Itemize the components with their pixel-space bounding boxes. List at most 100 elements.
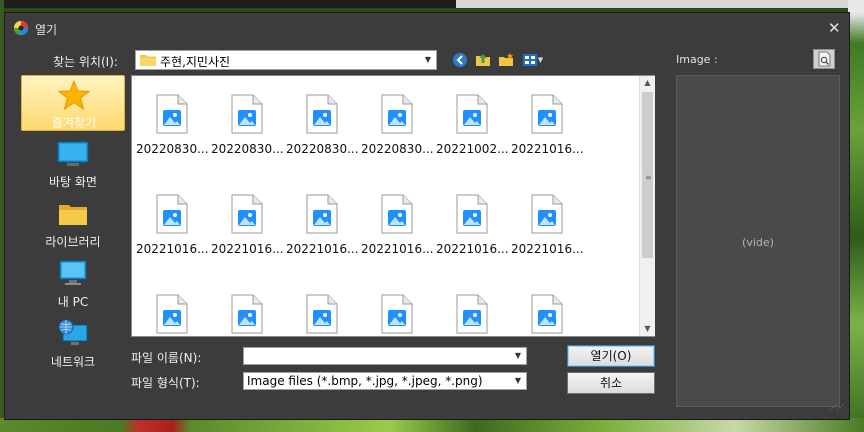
file-item[interactable]: 20221016... [436,186,509,266]
filename-label: 파일 이름(N): [131,351,202,365]
view-grid-icon [522,54,537,66]
chevron-down-icon[interactable]: ▼ [515,351,521,360]
file-name: 20221016... [361,242,434,256]
open-file-dialog: 열기 ✕ 찾는 위치(I): 주현,지민사진 ▼ ▼ 즐겨찾기 바탕 화면 라이… [4,12,850,420]
close-icon[interactable]: ✕ [828,19,841,37]
preview-pane: (vide) [676,75,840,407]
image-file-icon [231,94,263,134]
title-bar[interactable]: 열기 ✕ [5,13,849,43]
image-file-icon [381,94,413,134]
place-network[interactable]: 네트워크 [21,315,125,371]
computer-icon [59,260,87,285]
preview-toggle-button[interactable] [813,49,835,69]
back-arrow-icon [453,53,467,67]
chevron-down-icon: ▼ [537,56,544,64]
image-file-icon [531,294,563,334]
preview-empty-text: (vide) [742,236,774,249]
filetype-dropdown[interactable]: Image files (*.bmp, *.jpg, *.jpeg, *.png… [243,372,527,390]
place-label: 내 PC [57,295,89,309]
new-folder-icon [499,53,513,66]
new-folder-button[interactable] [497,51,515,69]
filename-input[interactable]: ▼ [243,347,527,365]
file-item[interactable]: 20221016... [136,286,208,336]
place-label: 즐겨찾기 [51,116,97,130]
file-name: 20221016... [511,242,584,256]
grip-icon: ≡ [645,173,652,182]
window-title: 열기 [35,23,58,37]
open-button[interactable]: 열기(O) [567,345,655,367]
file-item[interactable]: 20221016... [361,286,433,336]
image-file-icon [306,194,338,234]
image-file-icon [306,94,338,134]
file-name: 20220830... [361,142,434,156]
filetype-value: Image files (*.bmp, *.jpg, *.jpeg, *.png… [247,374,483,388]
file-item[interactable]: 20221016... [361,186,434,266]
place-label: 라이브러리 [45,235,101,249]
image-file-icon [381,294,413,334]
vertical-scrollbar[interactable]: ▲ ≡ ▼ [639,76,655,336]
desktop-icon [57,141,89,166]
image-file-icon [156,294,188,334]
file-item[interactable]: 20220830... [136,86,209,166]
filetype-label: 파일 형식(T): [131,376,200,390]
file-item[interactable]: 20221016... [136,186,209,266]
star-icon [58,80,90,110]
file-item[interactable]: 20221002... [436,86,509,166]
file-item[interactable]: 20221016... [511,86,584,166]
app-icon [14,21,28,35]
file-item[interactable]: 20221016... [286,186,359,266]
file-name: 20220830... [286,142,359,156]
folder-icon [140,55,156,66]
file-name: 20221002... [436,142,509,156]
file-item[interactable]: 20220830... [286,86,359,166]
image-file-icon [456,94,488,134]
place-desktop[interactable]: 바탕 화면 [21,135,125,191]
cancel-button[interactable]: 취소 [567,372,655,394]
file-name: 20221016... [286,242,359,256]
chevron-down-icon: ▼ [424,55,431,64]
image-file-icon [456,294,488,334]
look-in-label: 찾는 위치(I): [53,55,118,69]
chevron-down-icon: ▼ [514,376,521,385]
file-list[interactable]: 20220830... 20220830... 20220830... 2022083… [131,75,655,337]
view-menu-button[interactable]: ▼ [520,51,546,69]
scroll-down-icon[interactable]: ▼ [640,322,655,336]
image-file-icon [231,294,263,334]
image-file-icon [156,194,188,234]
file-name: 20221016... [436,242,509,256]
preview-icon [818,51,831,67]
place-favorites[interactable]: 즐겨찾기 [21,75,125,131]
background-foliage [848,0,864,432]
place-this-pc[interactable]: 내 PC [21,255,125,311]
library-folder-icon [59,205,87,225]
back-button[interactable] [451,51,469,69]
file-name: 20221016... [211,242,284,256]
place-label: 네트워크 [50,355,96,369]
look-in-dropdown[interactable]: 주현,지민사진 ▼ [135,50,437,70]
place-label: 바탕 화면 [49,175,97,189]
image-file-icon [306,294,338,334]
file-name: 20220830... [211,142,284,156]
image-file-icon [231,194,263,234]
image-file-icon [531,94,563,134]
file-item[interactable]: 20221016... [211,186,284,266]
file-name: 20220830... [136,142,209,156]
place-libraries[interactable]: 라이브러리 [21,195,125,251]
file-item[interactable]: 20221016... [511,186,584,266]
up-folder-button[interactable] [474,51,492,69]
image-file-icon [156,94,188,134]
image-file-icon [531,194,563,234]
file-item[interactable]: 20221016... [211,286,283,336]
file-item[interactable]: 20221016... [286,286,358,336]
network-icon [58,319,88,345]
file-name: 20221016... [511,142,584,156]
resize-grip-icon[interactable]: ⋰⋰ [829,403,844,412]
background-bottom [0,418,864,432]
look-in-value: 주현,지민사진 [160,55,231,69]
scroll-up-icon[interactable]: ▲ [640,76,655,90]
file-item[interactable]: 20221022... [511,286,583,336]
background-window-strip [456,0,848,8]
file-item[interactable]: 20221022... [436,286,508,336]
file-item[interactable]: 20220830... [361,86,434,166]
file-item[interactable]: 20220830... [211,86,284,166]
